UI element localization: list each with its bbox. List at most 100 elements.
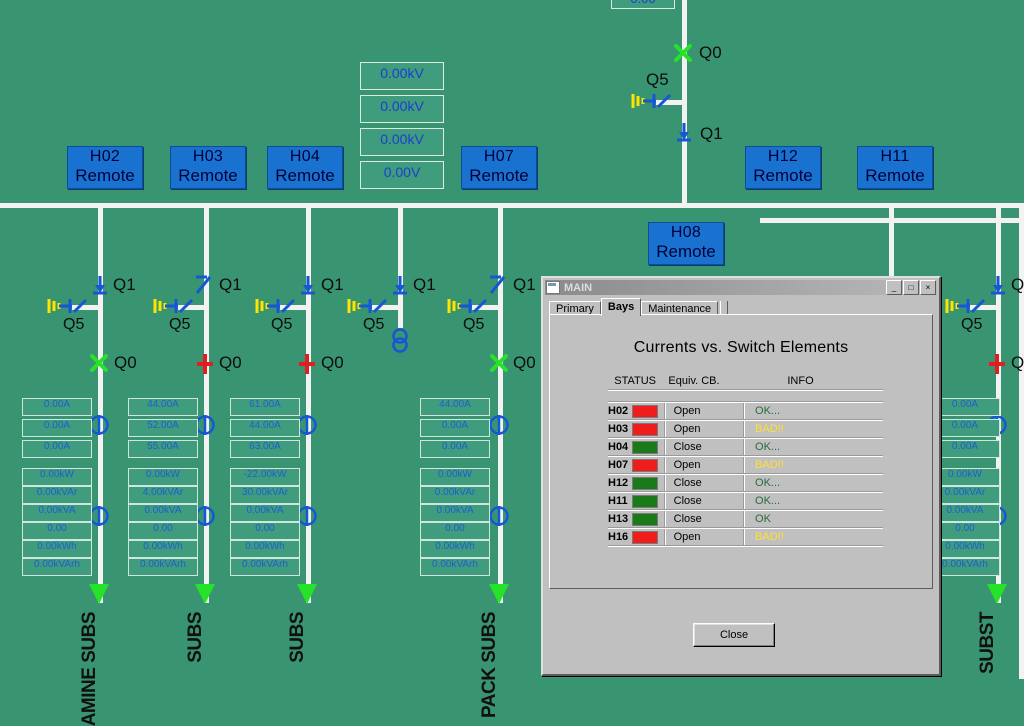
bay-h07-q5-earth-switch-icon[interactable]: [446, 295, 492, 317]
bay-right-feeder-arrow-icon: [987, 584, 1007, 604]
bay-button-h08[interactable]: H08 Remote: [648, 222, 724, 265]
table-header-row: STATUS Equiv. CB. INFO: [608, 375, 883, 389]
status-badge: [631, 404, 658, 418]
bay-h03-q0-breaker-icon[interactable]: [195, 352, 215, 376]
voltage-box-3: 0.00kV: [360, 128, 444, 156]
table-row[interactable]: H12 Close OK...: [608, 475, 883, 491]
bay-button-h03[interactable]: H03 Remote: [170, 146, 246, 189]
bay-h02-power-3: 0.00kVA: [22, 504, 92, 522]
bay-h07-ct-icon-2: [489, 506, 509, 526]
bay-button-h11-id: H11: [880, 148, 910, 165]
close-button[interactable]: Close: [693, 623, 775, 647]
bay-h03-q5-label: Q5: [169, 316, 191, 333]
table-row[interactable]: H13 Close OK: [608, 511, 883, 527]
bay-coupler-vt-icon: [392, 328, 408, 353]
row-info: OK...: [755, 495, 781, 507]
row-equiv-cb: Close: [673, 513, 702, 525]
main-dialog-window[interactable]: MAIN _ □ × Primary Bays Maintenance Curr…: [541, 276, 941, 676]
row-equiv-cb: Close: [673, 495, 702, 507]
bay-h07-q1-label: Q1: [513, 275, 536, 294]
bay-h04-q1-disconnector-icon[interactable]: [299, 274, 317, 296]
bay-right-q0-breaker-icon[interactable]: [987, 352, 1007, 376]
row-bay-id: H04: [608, 441, 629, 453]
bay-h04-power-6: 0.00kVArh: [230, 558, 300, 576]
incomer-q1-label: Q1: [700, 124, 723, 143]
incomer-q1-disconnector-icon[interactable]: [675, 121, 693, 143]
bay-h04-current-3: 63.00A: [230, 440, 300, 458]
bay-h02-q0-breaker-icon[interactable]: [88, 352, 110, 374]
table-row[interactable]: H16 Open BAD!!: [608, 529, 883, 545]
row-bay-id: H03: [608, 423, 629, 435]
bay-h07-power-4: 0.00: [420, 522, 490, 540]
bay-h07-power-2: 0.00kVAr: [420, 486, 490, 504]
bay-right-q5-label: Q5: [961, 316, 983, 333]
row-bay-id: H13: [608, 513, 629, 525]
bay-button-h04-state: Remote: [275, 165, 335, 185]
table-row[interactable]: H03 Open BAD!!: [608, 421, 883, 437]
bay-right-q0-label: Q0: [1011, 353, 1024, 372]
bay-h07-q1-disconnector-icon[interactable]: [487, 273, 509, 297]
table-row[interactable]: H02 Open OK...: [608, 403, 883, 419]
bay-h02-q1-disconnector-icon[interactable]: [91, 274, 109, 296]
incomer-q5-earth-switch-icon[interactable]: [630, 90, 676, 112]
bay-h04-current-1: 61.00A: [230, 398, 300, 416]
dialog-titlebar[interactable]: MAIN _ □ ×: [545, 280, 937, 295]
bay-h02-feeder-arrow-icon: [89, 584, 109, 604]
bay-h03-current-1: 44.00A: [128, 398, 198, 416]
bay-h02-q1-label: Q1: [113, 275, 136, 294]
bay-h04-current-2: 44.00A: [230, 419, 300, 437]
table-row[interactable]: H04 Close OK...: [608, 439, 883, 455]
row-equiv-cb: Close: [673, 477, 702, 489]
bay-h03-q1-disconnector-icon[interactable]: [193, 273, 215, 297]
bay-h02-feeder-label: AMINE SUBS: [79, 612, 100, 726]
bay-h07-current-3: 0.00A: [420, 440, 490, 458]
bay-right-feeder-label: SUBST: [977, 612, 998, 674]
bay-h02-current-2: 0.00A: [22, 419, 92, 437]
bay-button-h12-state: Remote: [753, 165, 813, 185]
bay-button-h12[interactable]: H12 Remote: [745, 146, 821, 189]
maximize-button[interactable]: □: [903, 280, 919, 295]
row-bay-id: H02: [608, 405, 629, 417]
bay-h04-q5-earth-switch-icon[interactable]: [254, 295, 300, 317]
bay-button-h11[interactable]: H11 Remote: [857, 146, 933, 189]
bay-h02-power-2: 0.00kVAr: [22, 486, 92, 504]
top-partial-value-box: 0.00: [611, 0, 675, 9]
voltage-box-1: 0.00kV: [360, 62, 444, 90]
minimize-button[interactable]: _: [886, 280, 902, 295]
tab-bays[interactable]: Bays: [600, 298, 642, 316]
bay-button-h03-state: Remote: [178, 165, 238, 185]
bay-h02-power-5: 0.00kWh: [22, 540, 92, 558]
bay-h07-feeder-arrow-icon: [489, 584, 509, 604]
bay-h07-current-1: 44.00A: [420, 398, 490, 416]
bay-coupler-q5-earth-switch-icon[interactable]: [346, 295, 392, 317]
bay-h02-q5-earth-switch-icon[interactable]: [46, 295, 92, 317]
row-equiv-cb: Open: [673, 423, 701, 435]
table-header-gap: [608, 391, 883, 401]
bay-h04-feeder-wire: [306, 203, 311, 603]
bay-button-h02[interactable]: H02 Remote: [67, 146, 143, 189]
row-info: OK...: [755, 405, 781, 417]
bay-h07-q0-breaker-icon[interactable]: [488, 352, 510, 374]
bay-button-h07[interactable]: H07 Remote: [461, 146, 537, 189]
incomer-q0-breaker-icon[interactable]: [672, 42, 694, 64]
bay-h07-power-5: 0.00kWh: [420, 540, 490, 558]
bay-button-h08-state: Remote: [656, 241, 716, 261]
table-row[interactable]: H11 Close OK...: [608, 493, 883, 509]
bay-h07-q5-label: Q5: [463, 316, 485, 333]
bay-right-q1-disconnector-icon[interactable]: [989, 274, 1007, 296]
bay-h04-q5-label: Q5: [271, 316, 293, 333]
bay-h04-q0-label: Q0: [321, 353, 344, 372]
bay-h04-q0-breaker-icon[interactable]: [297, 352, 317, 376]
bay-button-h04[interactable]: H04 Remote: [267, 146, 343, 189]
window-app-icon: [546, 281, 560, 294]
bay-h02-current-3: 0.00A: [22, 440, 92, 458]
voltage-box-2: 0.00kV: [360, 95, 444, 123]
status-badge: [631, 440, 658, 454]
bay-coupler-q1-disconnector-icon[interactable]: [391, 274, 409, 296]
bay-h03-q5-earth-switch-icon[interactable]: [152, 295, 198, 317]
table-row[interactable]: H07 Open BAD!!: [608, 457, 883, 473]
bay-h03-power-4: 0.00: [128, 522, 198, 540]
bay-right-q5-earth-switch-icon[interactable]: [944, 295, 990, 317]
row-info: BAD!!: [755, 459, 784, 471]
close-window-button[interactable]: ×: [920, 280, 936, 295]
